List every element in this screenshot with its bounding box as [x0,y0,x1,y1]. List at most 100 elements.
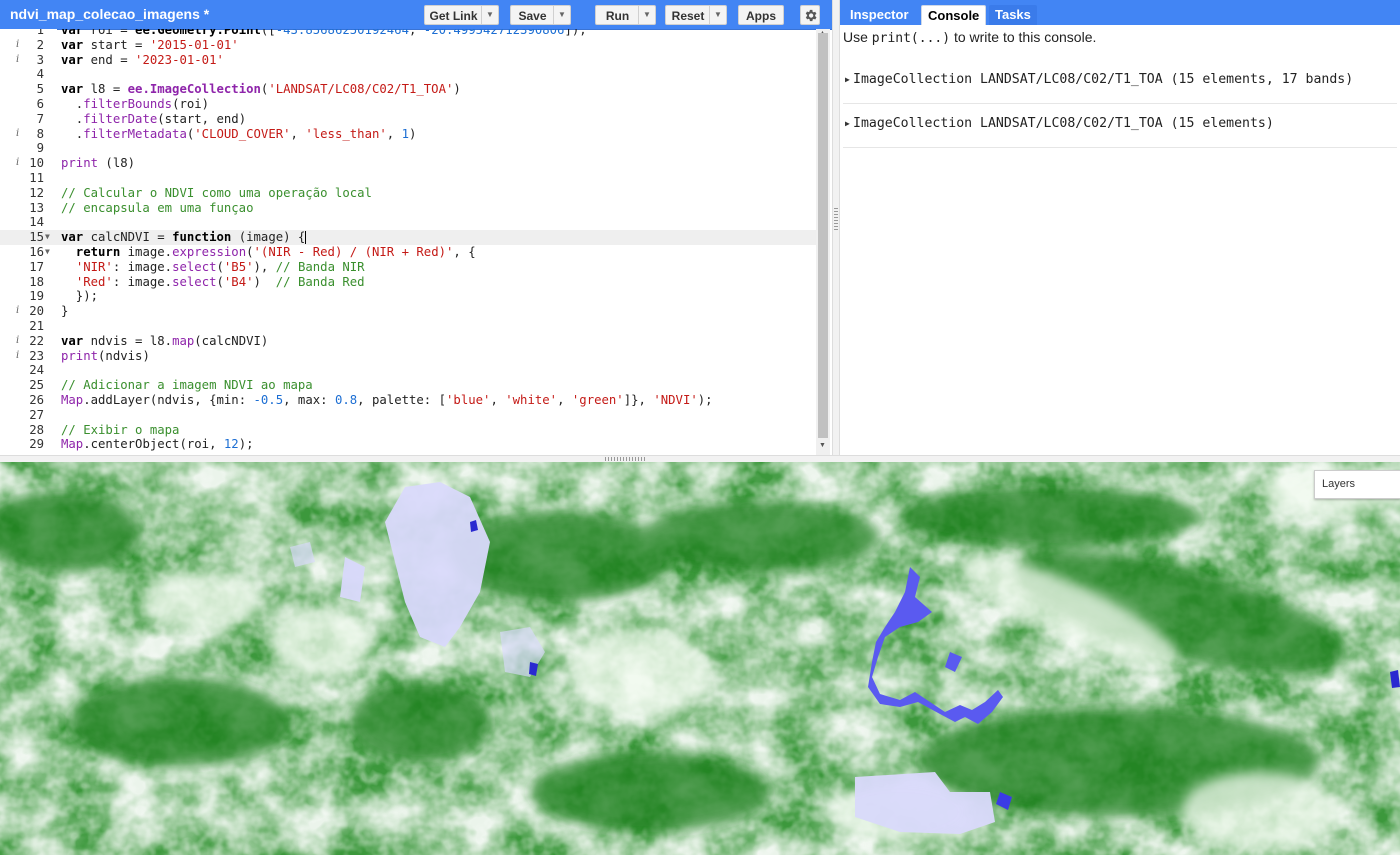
code-token: 'LANDSAT/LC08/C02/T1_TOA' [268,82,454,97]
code-token: var [61,37,84,52]
apps-button[interactable]: Apps [738,5,784,25]
line-number: 29 [29,437,44,452]
save-dropdown-icon[interactable]: ▼ [553,6,570,24]
code-line[interactable]: 16 return image.expression('(NIR - Red) … [0,245,816,260]
code-line[interactable]: i 2 var start = '2015-01-01' [0,38,816,53]
code-line[interactable]: 13 // encapsula em uma funçao [0,201,816,216]
gear-icon[interactable] [800,5,820,25]
code-line[interactable]: i 20} [0,304,816,319]
code-line-active[interactable]: 15 var calcNDVI = function (image) {▼ [0,230,816,245]
code-token: '2023-01-01' [135,52,224,67]
get-link-label: Get Link [429,9,478,23]
code-line[interactable]: 19 }); [0,289,816,304]
ndvi-map-layer [0,462,1400,855]
splitter-grip-icon[interactable] [834,208,838,230]
code-line[interactable]: 28 // Exibir o mapa [0,423,816,438]
fold-arrow-icon[interactable]: ▼ [45,230,50,245]
code-line[interactable]: 18 'Red': image.select('B4') // Banda Re… [0,275,816,290]
map-view[interactable] [0,462,1400,855]
code-token: , { [453,244,476,259]
code-token: ([ [260,29,276,37]
code-text: var roi = ee.Geometry.Point([-43.8568625… [61,29,587,38]
code-line[interactable]: 6 .filterBounds(roi) [0,97,816,112]
horizontal-splitter[interactable] [0,455,1400,462]
get-link-button[interactable]: Get Link ▼ [424,5,499,25]
line-number: 1 [36,29,44,37]
code-line[interactable]: 4 [0,67,816,82]
code-token: Map [61,392,84,407]
code-token: , [290,126,306,141]
scrollbar-thumb[interactable] [818,33,828,438]
code-token: .addLayer(ndvis, {min: [83,392,254,407]
reset-button[interactable]: Reset ▼ [665,5,727,25]
reset-dropdown-icon[interactable]: ▼ [709,6,726,24]
code-line[interactable]: i8 .filterMetadata('CLOUD_COVER', 'less_… [0,127,816,142]
line-number: 22 [29,333,44,348]
line-number: 16 [29,244,44,259]
run-dropdown-icon[interactable]: ▼ [638,6,655,24]
code-token: ee.ImageCollection [127,82,261,97]
code-line[interactable]: 11 [0,171,816,186]
code-text: var start = '2015-01-01' [61,38,239,53]
tab-inspector[interactable]: Inspector [844,5,915,25]
line-number: 28 [29,422,44,437]
console-hint-post: to write to this console. [950,29,1097,45]
code-token: 'less_than' [305,126,387,141]
code-token: -0.5 [253,392,284,407]
code-line[interactable]: 14 [0,215,816,230]
text-cursor [305,231,307,245]
line-number: 5 [36,82,44,97]
code-line[interactable]: 5 var l8 = ee.ImageCollection('LANDSAT/LC… [0,82,816,97]
code-line[interactable]: 25 // Adicionar a imagem NDVI ao mapa [0,378,816,393]
expand-triangle-icon[interactable]: ▶ [845,119,850,128]
console-entry-text[interactable]: ImageCollection LANDSAT/LC08/C02/T1_TOA … [853,72,1353,87]
code-line[interactable]: i 22 var ndvis = l8.map(calcNDVI) [0,334,816,349]
code-line[interactable]: 17 'NIR': image.select('B5'), // Banda N… [0,260,816,275]
code-line[interactable]: i 10 print (l8) [0,156,816,171]
code-token: start = [83,37,150,52]
code-line[interactable]: i 23 print(ndvis) [0,349,816,364]
code-editor[interactable]: 1 var roi = ee.Geometry.Point([-43.856862… [0,29,816,455]
code-token: . [61,96,84,111]
run-button[interactable]: Run ▼ [595,5,656,25]
get-link-dropdown-icon[interactable]: ▼ [481,6,498,24]
code-line[interactable]: 29 Map.centerObject(roi, 12); [0,437,816,452]
code-line[interactable]: 24 [0,363,816,378]
code-text: 'Red': image.select('B4') // Banda Red [61,275,365,290]
script-title[interactable]: ndvi_map_colecao_imagens * [10,6,209,22]
code-token: // Banda Red [275,274,365,289]
code-token: : image. [112,274,173,289]
code-text: .filterBounds(roi) [61,97,209,112]
code-token: ); [238,437,254,452]
code-token: '(NIR - Red) / (NIR + Red)' [253,244,454,259]
splitter-grip-icon[interactable] [605,457,647,461]
code-line[interactable]: 27 [0,408,816,423]
expand-triangle-icon[interactable]: ▶ [845,75,850,84]
code-line[interactable]: 9 [0,141,816,156]
code-line[interactable]: 21 [0,319,816,334]
code-token: 'B5' [223,259,254,274]
right-panel: Inspector Console Tasks Use print(...) t… [840,0,1400,455]
layers-button[interactable]: Layers [1314,470,1400,499]
save-button[interactable]: Save ▼ [510,5,571,25]
code-line[interactable]: 7 .filterDate(start, end) [0,112,816,127]
line-number: 20 [29,304,44,319]
code-token: ]}, [623,392,654,407]
vertical-splitter[interactable] [832,0,840,455]
code-line[interactable]: 1 var roi = ee.Geometry.Point([-43.856862… [0,29,816,38]
code-text: Map.addLayer(ndvis, {min: -0.5, max: 0.8… [61,393,713,408]
tab-console[interactable]: Console [921,5,987,25]
code-line[interactable]: i 3 var end = '2023-01-01' [0,53,816,68]
code-text: }); [61,289,99,304]
fold-arrow-icon[interactable]: ▼ [45,245,50,260]
scroll-down-icon[interactable]: ▼ [819,442,826,449]
tab-tasks[interactable]: Tasks [989,5,1037,25]
code-token: 'Red' [75,274,113,289]
code-line[interactable]: 26 Map.addLayer(ndvis, {min: -0.5, max: 0… [0,393,816,408]
editor-scrollbar[interactable]: ▲ ▼ [816,29,830,455]
console-entry[interactable]: ▶ ImageCollection LANDSAT/LC08/C02/T1_TO… [843,104,1397,148]
line-number: 9 [36,141,44,156]
console-entry-text[interactable]: ImageCollection LANDSAT/LC08/C02/T1_TOA … [853,116,1274,131]
code-line[interactable]: 12 // Calcular o NDVI como uma operação l… [0,186,816,201]
console-entry[interactable]: ▶ ImageCollection LANDSAT/LC08/C02/T1_TO… [843,60,1397,104]
